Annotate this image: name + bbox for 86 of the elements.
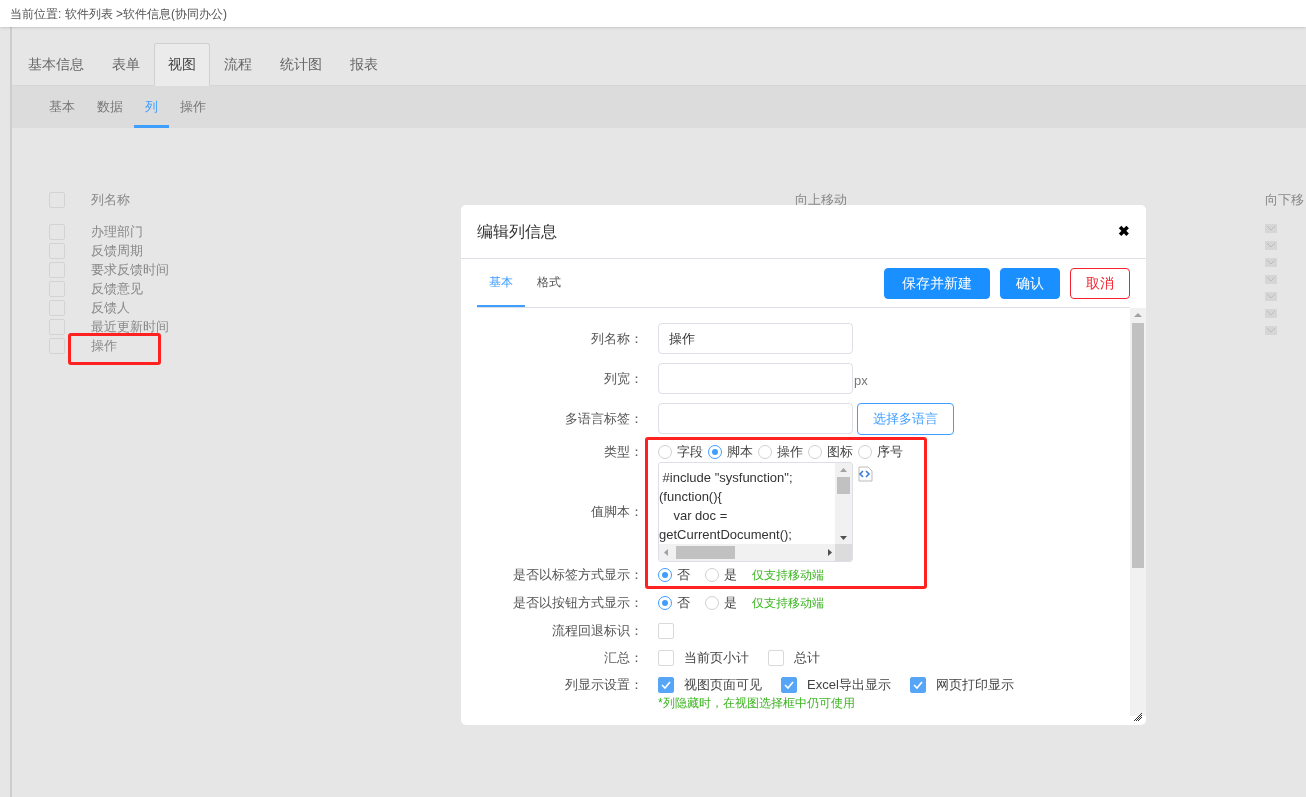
tab[interactable]: 表单 [98,43,154,85]
scrollbar[interactable] [1130,308,1146,716]
column-header: 向下移 [1265,191,1304,209]
column-header: 列名称 [91,190,130,209]
scrollbar[interactable] [835,463,852,545]
column-header: 向上移动 [795,191,847,209]
field-label: 列显示设置： [564,676,643,695]
radio-label: 否 [677,566,690,585]
radio-label: 否 [677,594,690,613]
column-name: 反馈人 [91,298,130,317]
down-arrow-icon[interactable] [1265,292,1277,301]
radio-label: 是 [724,594,737,613]
checkbox[interactable] [658,650,674,666]
checkbox[interactable] [781,677,797,693]
code-line: var doc = [672,507,729,525]
column-name: 最近更新时间 [91,317,169,336]
down-arrow-icon[interactable] [1265,241,1277,250]
sub-tab[interactable]: 基本 [38,86,86,128]
tab[interactable]: 报表 [336,43,392,85]
scrollbar[interactable] [659,544,837,561]
checkbox-label: 网页打印显示 [935,676,1014,695]
input-field[interactable]: 操作 [658,323,853,354]
down-arrow-icon[interactable] [1265,275,1277,284]
script-editor[interactable]: #include "sysfunction"; (function(){ var doc = getCurrentDocument(); [658,462,853,562]
checkbox[interactable] [658,677,674,693]
checkbox[interactable] [909,677,926,693]
down-arrow-icon[interactable] [1265,309,1277,318]
column-name: 反馈周期 [91,241,143,260]
field-label: 列名称： [590,329,643,348]
dialog-tab[interactable]: 基本 [477,259,525,307]
primary-button[interactable]: 确认 [1000,267,1060,299]
field-label: 汇总： [603,649,643,668]
radio-label: 字段 [677,443,703,462]
field-label: 类型： [603,443,643,462]
tab[interactable]: 统计图 [266,43,336,85]
unit-label: px [854,371,868,390]
scrollbar-thumb[interactable] [1132,323,1144,568]
down-arrow-icon[interactable] [1265,326,1277,335]
radio-label: 是 [724,566,737,585]
down-arrow-icon[interactable] [1265,224,1277,233]
field-label: 是否以标签方式显示： [512,566,643,585]
column-name: 办理部门 [91,222,143,241]
cancel-button[interactable]: 取消 [1070,267,1130,299]
tab[interactable]: 流程 [210,43,266,85]
radio-label: 图标 [827,443,853,462]
checkbox-label: Excel导出显示 [807,676,891,695]
sub-tab[interactable]: 操作 [169,86,217,128]
scrollbar-thumb[interactable] [676,546,735,559]
checkbox-label: 总计 [794,649,820,668]
column-name: 操作 [91,336,117,355]
field-label: 列宽： [603,369,643,388]
radio-label: 操作 [777,443,803,462]
input-field[interactable] [658,363,853,394]
dialog-title: 编辑列信息 [477,221,557,242]
input-field[interactable] [658,403,853,434]
field-label: 值脚本： [590,503,643,522]
field-label: 是否以按钮方式显示： [512,594,643,613]
breadcrumb: 当前位置: 软件列表 >软件信息(协同办公) [10,5,227,23]
sub-tab[interactable]: 数据 [86,86,134,128]
code-line: getCurrentDocument(); [659,526,793,544]
radio-label: 脚本 [727,443,753,462]
checkbox[interactable] [768,650,784,666]
checkbox-label: 当前页小计 [684,649,749,668]
scrollbar-corner [835,544,852,561]
tab[interactable]: 基本信息 [14,43,98,85]
column-name: 要求反馈时间 [91,260,169,279]
radio-label: 序号 [877,443,903,462]
code-file-icon[interactable] [857,466,873,482]
hint-text: *列隐藏时，在视图选择框中仍可使用 [658,695,855,713]
column-name: 反馈意见 [91,279,143,298]
select-language-button[interactable]: 选择多语言 [857,402,954,435]
checkbox-label: 视图页面可见 [684,676,762,695]
checkbox[interactable] [658,623,674,639]
down-arrow-icon[interactable] [1265,258,1277,267]
scrollbar-thumb[interactable] [837,477,850,494]
code-line: (function(){ [659,488,723,506]
hint-text: 仅支持移动端 [752,567,824,584]
code-line: #include "sysfunction"; [661,469,794,487]
resize-grip-icon[interactable] [1133,712,1143,722]
primary-button[interactable]: 保存并新建 [884,267,990,299]
hint-text: 仅支持移动端 [752,595,824,612]
tab[interactable]: 视图 [154,43,210,86]
field-label: 多语言标签： [564,409,643,428]
field-label: 流程回退标识： [551,622,643,641]
close-button[interactable]: ✖ [1118,221,1130,242]
dialog-tab[interactable]: 格式 [525,259,573,307]
